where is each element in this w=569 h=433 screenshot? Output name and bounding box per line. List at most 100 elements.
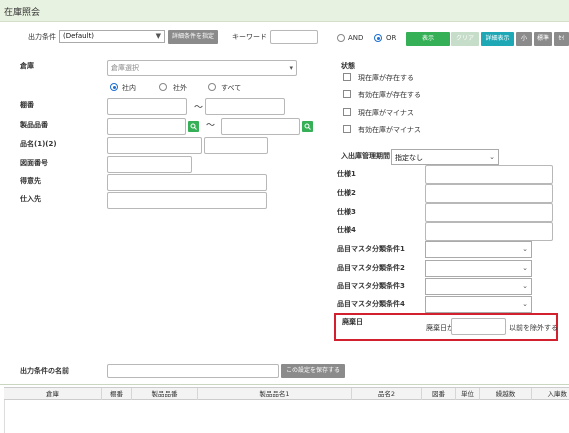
product-name-2-input[interactable] — [204, 137, 268, 154]
and-radio[interactable] — [337, 34, 345, 42]
output-condition-select[interactable]: (Default) ▼ — [59, 30, 165, 43]
spec-2-input[interactable] — [425, 184, 553, 203]
column-header-receipt-qty[interactable]: 入庫数 — [532, 388, 569, 400]
display-button[interactable]: 表示 — [406, 32, 450, 46]
spec-2-label: 仕様2 — [337, 189, 356, 197]
product-code-to-search-button[interactable] — [302, 121, 313, 132]
detail-condition-button[interactable]: 詳細条件を指定 — [168, 30, 218, 44]
page-title: 在庫照会 — [4, 8, 41, 18]
scope-external-radio[interactable] — [159, 83, 167, 91]
column-header-product-name-1[interactable]: 製品品名1 — [198, 388, 352, 400]
status-option-2: 有効在庫が存在する — [358, 91, 421, 99]
results-table-header: 倉庫 棚番 製品品番 製品品名1 品名2 図番 単位 繰越数 入庫数 — [4, 387, 569, 400]
master-condition-2-label: 品目マスタ分類条件2 — [337, 264, 405, 272]
warehouse-placeholder: 倉庫選択 — [111, 64, 139, 72]
search-icon — [304, 123, 311, 130]
scope-internal-radio[interactable] — [110, 83, 118, 91]
chevron-down-icon: ▼ — [155, 32, 161, 40]
shelf-range-sep: ～ — [194, 103, 204, 113]
shelf-to-input[interactable] — [205, 98, 285, 115]
and-label: AND — [348, 34, 364, 42]
standard-size-button[interactable]: 標準 — [534, 32, 552, 46]
large-size-button[interactable]: ｾｲ — [554, 32, 569, 46]
drawing-no-label: 図面番号 — [20, 159, 48, 167]
master-condition-3-label: 品目マスタ分類条件3 — [337, 282, 405, 290]
product-code-range-sep: ～ — [206, 121, 216, 131]
chevron-down-icon: ⌄ — [489, 153, 495, 161]
io-period-value: 指定なし — [395, 154, 423, 162]
section-divider — [0, 384, 569, 385]
product-name-label: 品名(1)(2) — [20, 140, 57, 148]
column-header-unit[interactable]: 単位 — [456, 388, 480, 400]
keyword-input[interactable] — [270, 30, 318, 44]
drawing-no-input[interactable] — [107, 156, 192, 173]
save-condition-label: 出力条件の名前 — [20, 367, 69, 375]
product-code-to-input[interactable] — [221, 118, 300, 135]
chevron-down-icon: ⌄ — [522, 282, 528, 290]
status-option-4: 有効在庫がマイナス — [358, 126, 421, 134]
chevron-down-icon: ▾ — [289, 64, 293, 72]
obsolete-date-input[interactable] — [451, 318, 506, 335]
supplier-label: 仕入先 — [20, 195, 41, 203]
status-checkbox-2[interactable] — [343, 90, 351, 98]
obsolete-date-label: 廃棄日 — [342, 318, 363, 326]
chevron-down-icon: ⌄ — [522, 245, 528, 253]
chevron-down-icon: ⌄ — [522, 264, 528, 272]
save-condition-name-input[interactable] — [107, 364, 279, 378]
io-period-label: 入出庫管理期間 — [341, 152, 390, 160]
warehouse-label: 倉庫 — [20, 62, 34, 70]
small-size-button[interactable]: 小 — [516, 32, 532, 46]
column-header-carryover-qty[interactable]: 繰越数 — [480, 388, 532, 400]
status-checkbox-3[interactable] — [343, 108, 351, 116]
spec-3-input[interactable] — [425, 203, 553, 222]
customer-input[interactable] — [107, 174, 267, 191]
master-condition-1-select[interactable]: ⌄ — [425, 241, 532, 258]
master-condition-4-label: 品目マスタ分類条件4 — [337, 300, 405, 308]
scope-internal-label: 社内 — [122, 84, 136, 92]
detail-display-button[interactable]: 詳細表示 — [481, 32, 514, 46]
title-bar: 在庫照会 — [0, 0, 569, 22]
product-name-1-input[interactable] — [107, 137, 202, 154]
column-header-shelf[interactable]: 棚番 — [102, 388, 132, 400]
status-option-1: 現在庫が存在する — [358, 74, 414, 82]
obsolete-date-suffix: 以前を除外する — [509, 324, 558, 332]
column-header-drawing-no[interactable]: 図番 — [422, 388, 456, 400]
or-radio[interactable] — [374, 34, 382, 42]
product-code-label: 製品品番 — [20, 121, 48, 129]
io-period-select[interactable]: 指定なし ⌄ — [391, 149, 499, 165]
supplier-input[interactable] — [107, 192, 267, 209]
product-code-from-input[interactable] — [107, 118, 186, 135]
save-condition-button[interactable]: この設定を保存する — [281, 364, 345, 378]
spec-4-label: 仕様4 — [337, 226, 356, 234]
search-icon — [190, 123, 197, 130]
spec-1-input[interactable] — [425, 165, 553, 184]
shelf-label: 棚番 — [20, 101, 34, 109]
scope-external-label: 社外 — [173, 84, 187, 92]
warehouse-select[interactable]: 倉庫選択 ▾ — [107, 60, 297, 76]
keyword-label: キーワード — [232, 33, 267, 41]
column-header-product-name-2[interactable]: 品名2 — [352, 388, 422, 400]
output-condition-value: (Default) — [63, 32, 95, 40]
column-header-product-code[interactable]: 製品品番 — [132, 388, 198, 400]
product-code-from-search-button[interactable] — [188, 121, 199, 132]
obsolete-date-highlight-box: 廃棄日 廃棄日が 以前を除外する — [334, 313, 558, 341]
column-header-warehouse[interactable]: 倉庫 — [4, 388, 102, 400]
scope-all-radio[interactable] — [208, 83, 216, 91]
master-condition-3-select[interactable]: ⌄ — [425, 278, 532, 295]
status-option-3: 現在庫がマイナス — [358, 109, 414, 117]
master-condition-2-select[interactable]: ⌄ — [425, 260, 532, 277]
status-checkbox-4[interactable] — [343, 125, 351, 133]
spec-3-label: 仕様3 — [337, 208, 356, 216]
spec-1-label: 仕様1 — [337, 170, 356, 178]
save-condition-bar: 出力条件の名前 この設定を保存する — [0, 360, 569, 382]
output-condition-label: 出力条件 — [28, 33, 56, 41]
master-condition-4-select[interactable]: ⌄ — [425, 296, 532, 313]
shelf-from-input[interactable] — [107, 98, 187, 115]
toolbar: 出力条件 (Default) ▼ 詳細条件を指定 キーワード AND OR 表示… — [0, 22, 569, 52]
obsolete-date-prefix: 廃棄日が — [426, 324, 454, 332]
or-label: OR — [386, 34, 397, 42]
spec-4-input[interactable] — [425, 222, 553, 241]
clear-button[interactable]: クリア — [451, 32, 479, 46]
status-checkbox-1[interactable] — [343, 73, 351, 81]
status-label: 状態 — [341, 62, 355, 70]
